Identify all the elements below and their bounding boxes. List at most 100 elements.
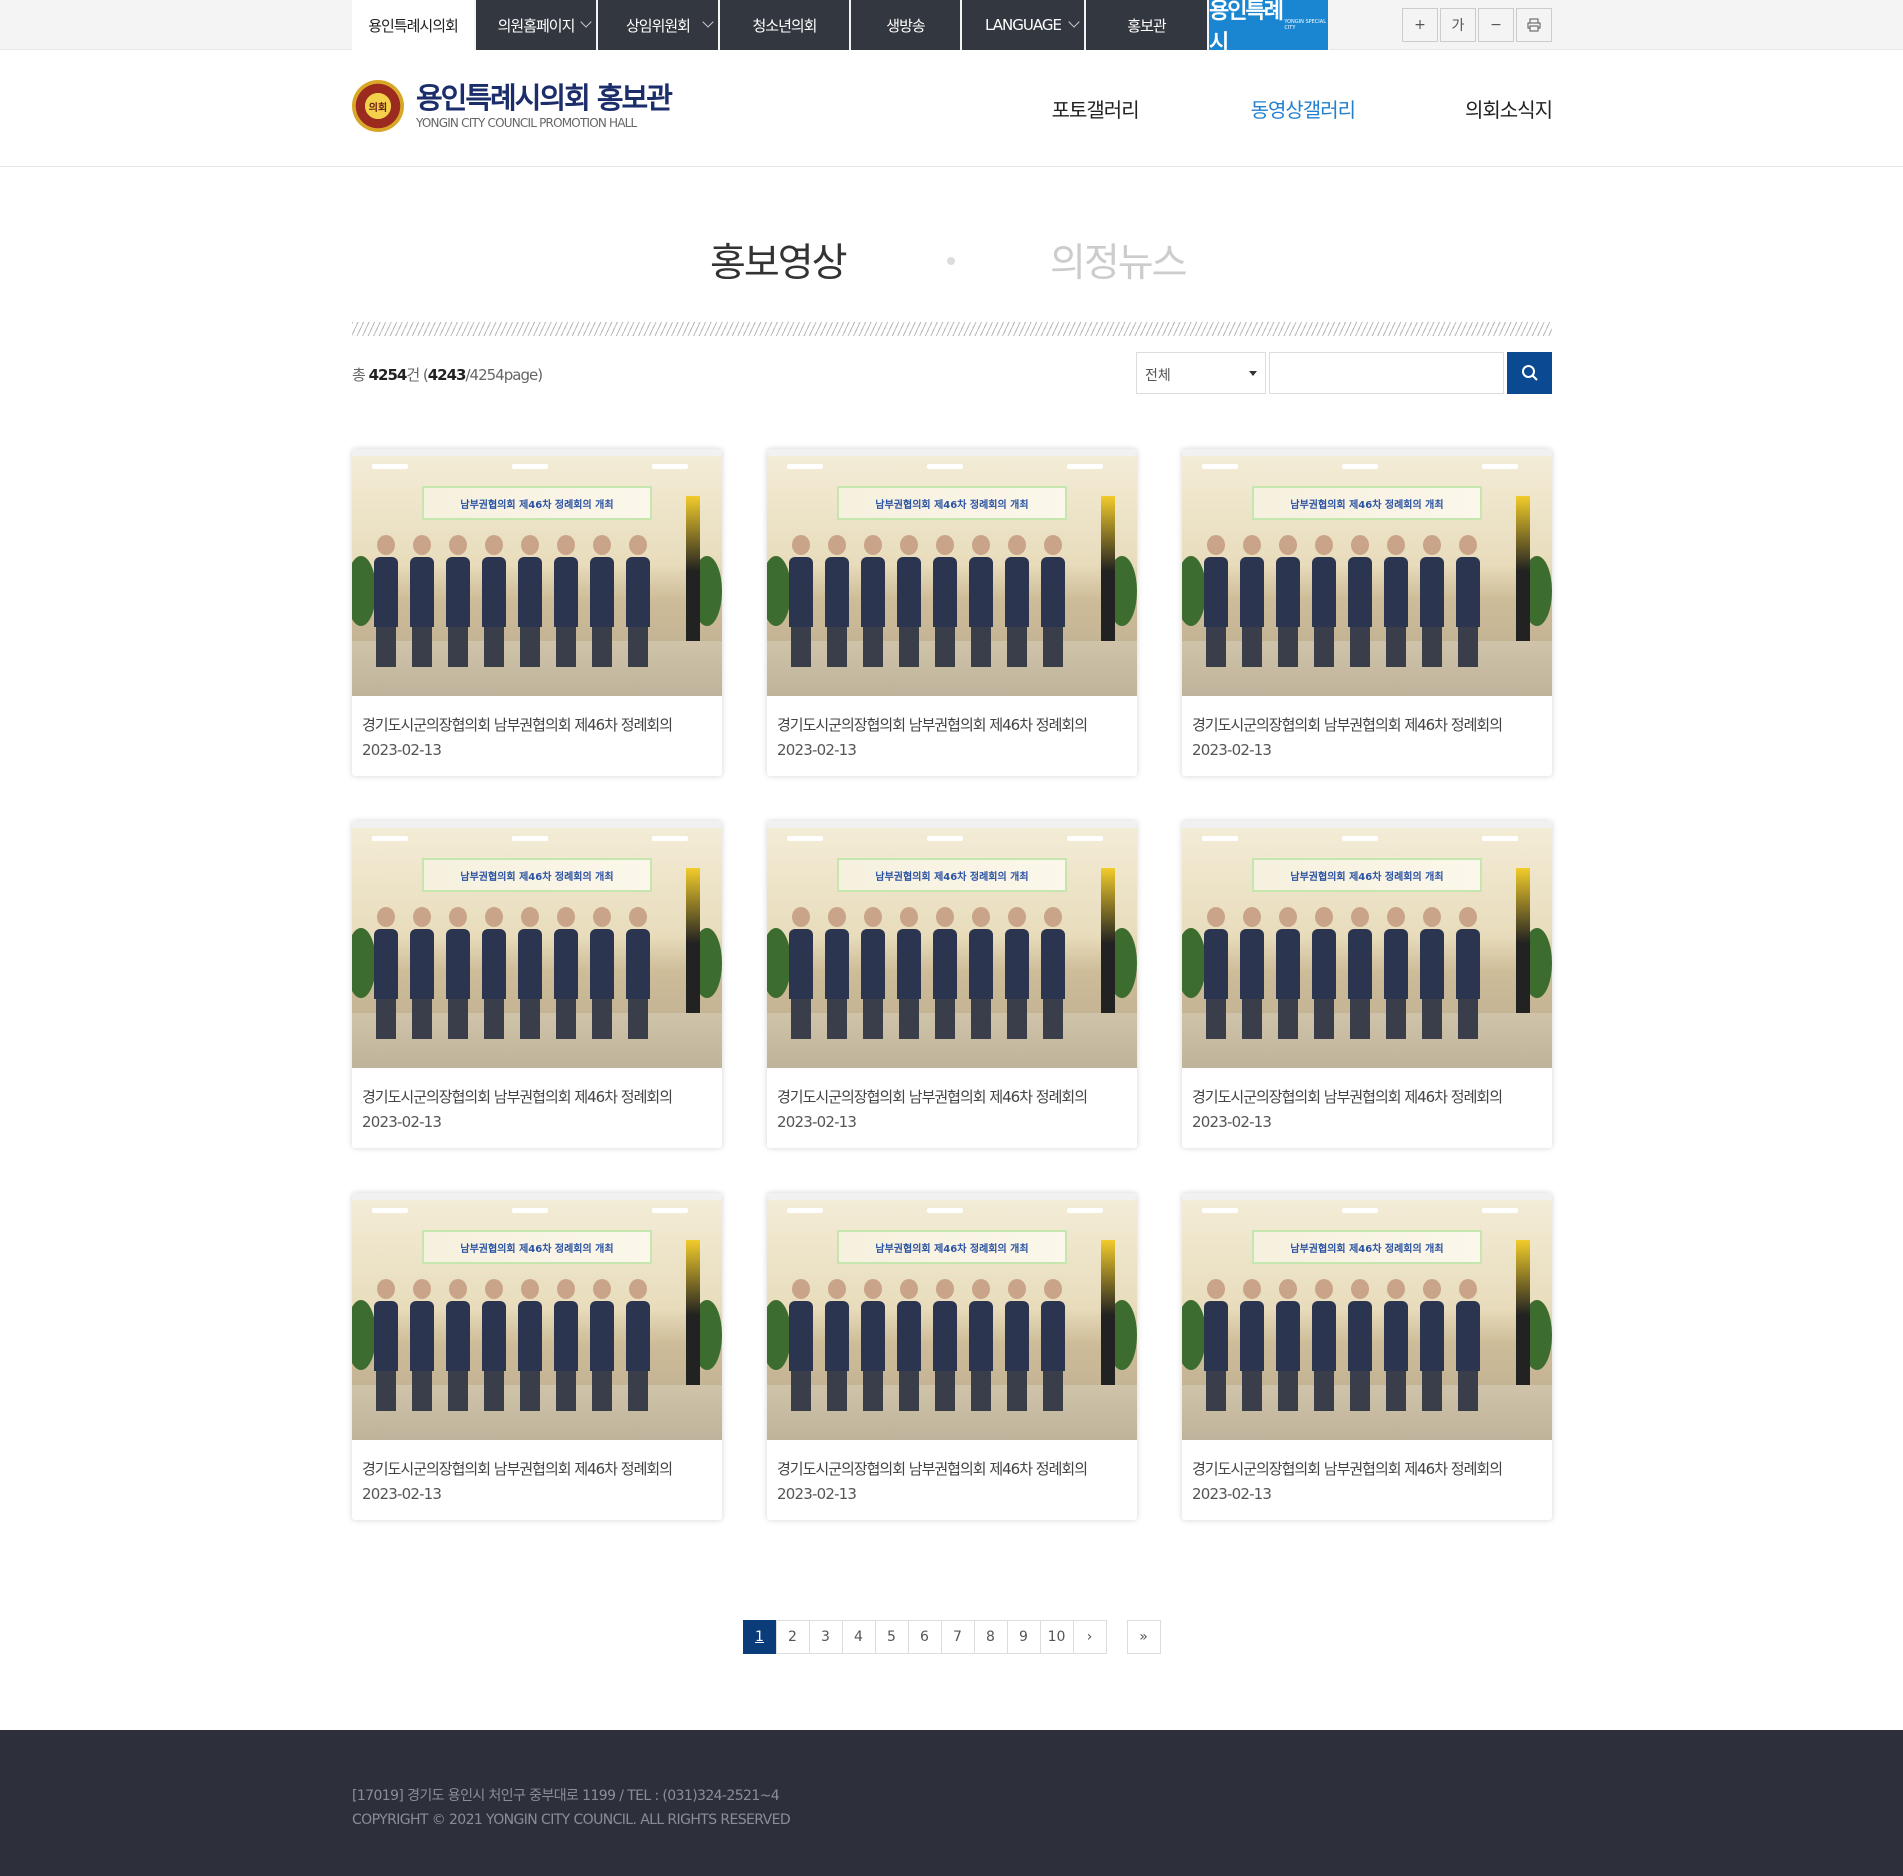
thumbnail-banner: 남부권협의회 제46차 정례회의 개최 <box>1252 486 1482 520</box>
top-bar: 용인특례시의회 의원홈페이지 상임위원회 청소년의회 생방송 LANGUAGE … <box>0 0 1903 56</box>
video-title[interactable]: 경기도시군의장협의회 남부권협의회 제46차 정례회의 <box>1182 1068 1552 1107</box>
video-thumbnail[interactable]: 남부권협의회 제46차 정례회의 개최 <box>352 821 722 1068</box>
video-card[interactable]: 남부권협의회 제46차 정례회의 개최 경기도시군의장협의회 남부권협의회 제4… <box>352 821 722 1148</box>
thumbnail-banner: 남부권협의회 제46차 정례회의 개최 <box>422 858 652 892</box>
site-logo[interactable]: 의회 용인특례시의회 홍보관 YONGIN CITY COUNCIL PROMO… <box>352 80 673 132</box>
video-title[interactable]: 경기도시군의장협의회 남부권협의회 제46차 정례회의 <box>352 696 722 735</box>
video-thumbnail[interactable]: 남부권협의회 제46차 정례회의 개최 <box>767 1193 1137 1440</box>
pagination: 1 2 3 4 5 6 7 8 9 10 › » <box>352 1620 1552 1654</box>
list-info-bar: 총 4254건 (4243/4254page) 전체 <box>352 352 1552 394</box>
page-button[interactable]: 7 <box>940 1620 975 1654</box>
site-footer: [17019] 경기도 용인시 처인구 중부대로 1199 / TEL : (0… <box>0 1730 1903 1876</box>
video-date: 2023-02-13 <box>362 1485 442 1503</box>
page-button[interactable]: 6 <box>907 1620 942 1654</box>
nav-video-gallery[interactable]: 동영상갤러리 <box>1251 94 1356 123</box>
video-card[interactable]: 남부권협의회 제46차 정례회의 개최 경기도시군의장협의회 남부권협의회 제4… <box>767 1193 1137 1520</box>
footer-copyright: COPYRIGHT © 2021 YONGIN CITY COUNCIL. AL… <box>352 1812 791 1828</box>
video-card[interactable]: 남부권협의회 제46차 정례회의 개최 경기도시군의장협의회 남부권협의회 제4… <box>1182 449 1552 776</box>
video-date: 2023-02-13 <box>362 741 442 759</box>
video-card[interactable]: 남부권협의회 제46차 정례회의 개최 경기도시군의장협의회 남부권협의회 제4… <box>1182 821 1552 1148</box>
main-content: 홍보영상 의정뉴스 총 4254건 (4243/4254page) 전체 남부권… <box>352 212 1552 1654</box>
page-button[interactable]: 9 <box>1006 1620 1041 1654</box>
footer-address: [17019] 경기도 용인시 처인구 중부대로 1199 / TEL : (0… <box>352 1788 780 1804</box>
site-header: 의회 용인특례시의회 홍보관 YONGIN CITY COUNCIL PROMO… <box>0 50 1903 167</box>
print-icon[interactable] <box>1516 8 1552 42</box>
topbar-youth-council[interactable]: 청소년의회 <box>720 0 851 50</box>
video-date: 2023-02-13 <box>777 741 857 759</box>
search-category-select[interactable]: 전체 <box>1136 352 1266 394</box>
topbar-committee[interactable]: 상임위원회 <box>598 0 720 50</box>
video-card[interactable]: 남부권협의회 제46차 정례회의 개최 경기도시군의장협의회 남부권협의회 제4… <box>767 449 1137 776</box>
topbar-member-homepage[interactable]: 의원홈페이지 <box>476 0 598 50</box>
video-card[interactable]: 남부권협의회 제46차 정례회의 개최 경기도시군의장협의회 남부권협의회 제4… <box>767 821 1137 1148</box>
video-thumbnail[interactable]: 남부권협의회 제46차 정례회의 개최 <box>1182 821 1552 1068</box>
thumbnail-banner: 남부권협의회 제46차 정례회의 개최 <box>1252 1230 1482 1264</box>
topbar-home-link[interactable]: 용인특례시의회 <box>352 0 476 50</box>
chevron-down-icon <box>702 16 714 28</box>
thumbnail-banner: 남부권협의회 제46차 정례회의 개최 <box>422 1230 652 1264</box>
topbar-promotion-hall[interactable]: 홍보관 <box>1086 0 1209 50</box>
font-size-reset-button[interactable]: 가 <box>1440 8 1476 42</box>
chevron-down-icon <box>580 16 592 28</box>
video-card[interactable]: 남부권협의회 제46차 정례회의 개최 경기도시군의장협의회 남부권협의회 제4… <box>352 1193 722 1520</box>
tab-council-news[interactable]: 의정뉴스 <box>1050 232 1188 288</box>
page-button[interactable]: 4 <box>841 1620 876 1654</box>
video-card[interactable]: 남부권협의회 제46차 정례회의 개최 경기도시군의장협의회 남부권협의회 제4… <box>1182 1193 1552 1520</box>
nav-photo-gallery[interactable]: 포토갤러리 <box>1052 94 1140 123</box>
page-button[interactable]: 5 <box>874 1620 909 1654</box>
last-page-icon[interactable]: » <box>1126 1620 1161 1654</box>
video-date: 2023-02-13 <box>362 1113 442 1131</box>
zoom-in-icon[interactable]: + <box>1402 8 1438 42</box>
page-button[interactable]: 3 <box>808 1620 843 1654</box>
yongin-city-logo-link[interactable]: 용인특례시 YONGIN SPECIAL CITY <box>1209 0 1330 56</box>
yongin-logo-sub: YONGIN SPECIAL CITY <box>1284 19 1326 31</box>
site-subtitle: YONGIN CITY COUNCIL PROMOTION HALL <box>416 116 637 130</box>
video-thumbnail[interactable]: 남부권협의회 제46차 정례회의 개최 <box>352 1193 722 1440</box>
page-button[interactable]: 2 <box>775 1620 810 1654</box>
thumbnail-banner: 남부권협의회 제46차 정례회의 개최 <box>837 1230 1067 1264</box>
thumbnail-banner: 남부권협의회 제46차 정례회의 개최 <box>837 486 1067 520</box>
video-title[interactable]: 경기도시군의장협의회 남부권협의회 제46차 정례회의 <box>1182 1440 1552 1479</box>
topbar-label: 상임위원회 <box>625 16 691 35</box>
video-date: 2023-02-13 <box>1192 741 1272 759</box>
video-title[interactable]: 경기도시군의장협의회 남부권협의회 제46차 정례회의 <box>1182 696 1552 735</box>
zoom-out-icon[interactable]: − <box>1478 8 1514 42</box>
thumbnail-banner: 남부권협의회 제46차 정례회의 개최 <box>422 486 652 520</box>
thumbnail-banner: 남부권협의회 제46차 정례회의 개최 <box>837 858 1067 892</box>
video-date: 2023-02-13 <box>1192 1113 1272 1131</box>
divider <box>352 322 1552 336</box>
video-title[interactable]: 경기도시군의장협의회 남부권협의회 제46차 정례회의 <box>767 1068 1137 1107</box>
video-thumbnail[interactable]: 남부권협의회 제46차 정례회의 개최 <box>767 821 1137 1068</box>
topbar-label: LANGUAGE <box>985 16 1062 34</box>
yongin-logo-text: 용인특례시 <box>1209 0 1284 56</box>
total-count: 총 4254건 (4243/4254page) <box>352 366 543 384</box>
video-card[interactable]: 남부권협의회 제46차 정례회의 개최 경기도시군의장협의회 남부권협의회 제4… <box>352 449 722 776</box>
search-input[interactable] <box>1269 352 1504 394</box>
video-title[interactable]: 경기도시군의장협의회 남부권협의회 제46차 정례회의 <box>767 1440 1137 1479</box>
dropdown-arrow-icon <box>1249 371 1257 376</box>
category-tabs: 홍보영상 의정뉴스 <box>352 212 1552 336</box>
topbar-label: 의원홈페이지 <box>497 16 576 35</box>
council-emblem-icon: 의회 <box>352 80 404 132</box>
text-size-tools: + 가 − <box>1400 8 1552 42</box>
video-title[interactable]: 경기도시군의장협의회 남부권협의회 제46차 정례회의 <box>767 696 1137 735</box>
page-button[interactable]: 8 <box>973 1620 1008 1654</box>
nav-newsletter[interactable]: 의회소식지 <box>1465 94 1553 123</box>
video-thumbnail[interactable]: 남부권협의회 제46차 정례회의 개최 <box>767 449 1137 696</box>
page-button[interactable]: 1 <box>742 1620 777 1654</box>
search-button[interactable] <box>1507 352 1552 394</box>
video-thumbnail[interactable]: 남부권협의회 제46차 정례회의 개최 <box>352 449 722 696</box>
next-page-icon[interactable]: › <box>1072 1620 1107 1654</box>
video-title[interactable]: 경기도시군의장협의회 남부권협의회 제46차 정례회의 <box>352 1440 722 1479</box>
chevron-down-icon <box>1068 16 1080 28</box>
video-thumbnail[interactable]: 남부권협의회 제46차 정례회의 개최 <box>1182 449 1552 696</box>
topbar-language[interactable]: LANGUAGE <box>962 0 1086 50</box>
main-nav: 포토갤러리 동영상갤러리 의회소식지 <box>1052 50 1553 167</box>
video-date: 2023-02-13 <box>1192 1485 1272 1503</box>
video-thumbnail[interactable]: 남부권협의회 제46차 정례회의 개최 <box>1182 1193 1552 1440</box>
thumbnail-banner: 남부권협의회 제46차 정례회의 개최 <box>1252 858 1482 892</box>
tab-promo-video[interactable]: 홍보영상 <box>710 232 848 288</box>
video-title[interactable]: 경기도시군의장협의회 남부권협의회 제46차 정례회의 <box>352 1068 722 1107</box>
page-button[interactable]: 10 <box>1039 1620 1074 1654</box>
topbar-live[interactable]: 생방송 <box>851 0 962 50</box>
